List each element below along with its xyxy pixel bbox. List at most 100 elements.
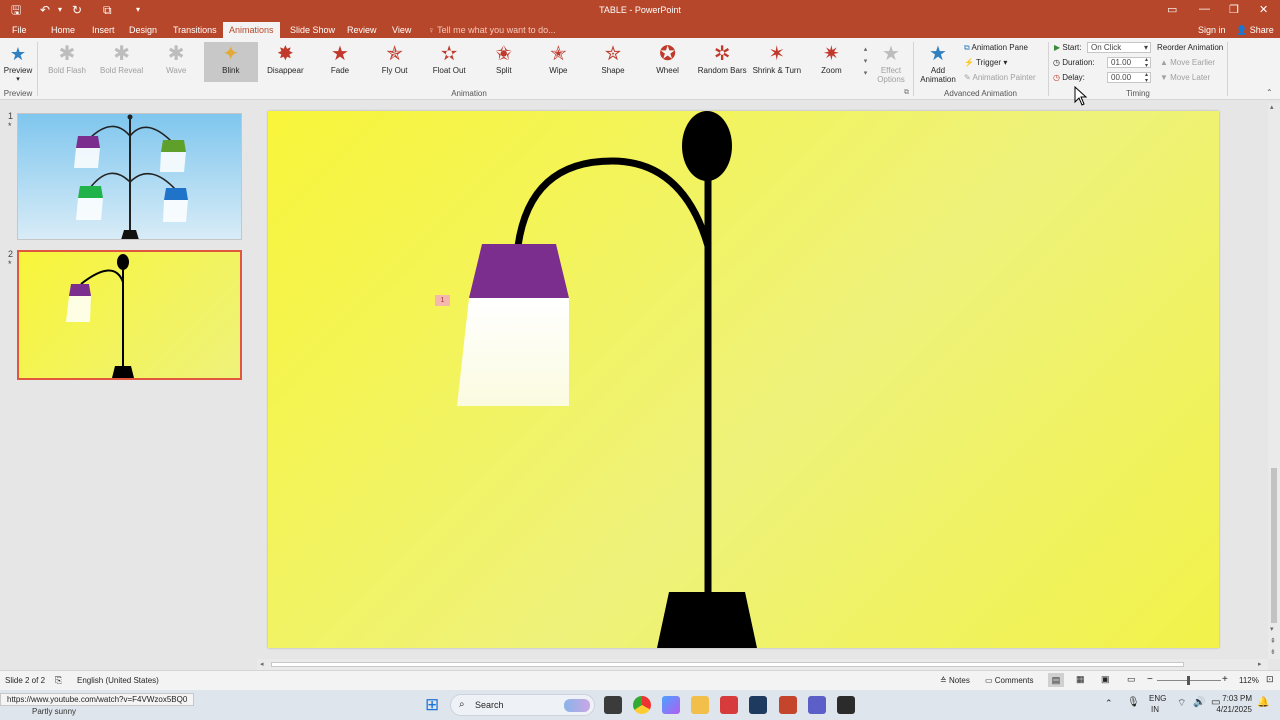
animation-pane-button[interactable]: ⧉ Animation Pane bbox=[964, 43, 1028, 53]
gallery-scroll[interactable]: ▴ ▾ ▾ bbox=[861, 44, 870, 82]
tab-transitions[interactable]: Transitions bbox=[167, 22, 223, 38]
powerpoint-taskbar-icon[interactable] bbox=[779, 696, 797, 714]
volume-icon[interactable]: 🔊 bbox=[1193, 697, 1205, 708]
add-animation-button[interactable]: ★ Add Animation bbox=[914, 42, 962, 84]
clock-date[interactable]: 4/21/2025 bbox=[1212, 705, 1252, 714]
horizontal-scroll-thumb[interactable] bbox=[271, 662, 1184, 667]
slideshow-view-icon[interactable]: ▭ bbox=[1127, 674, 1136, 685]
animation-order-tag[interactable]: 1 bbox=[435, 295, 450, 306]
taskbar-search-box[interactable]: ⌕ Search bbox=[450, 694, 595, 716]
animation-fade[interactable]: ★ Fade bbox=[313, 42, 367, 82]
next-slide-icon[interactable]: ⇟ bbox=[1270, 648, 1276, 656]
ribbon-display-icon[interactable]: ▭ bbox=[1167, 3, 1177, 16]
show-hidden-icons[interactable]: ⌃ bbox=[1105, 698, 1113, 709]
task-view-icon[interactable] bbox=[604, 696, 622, 714]
scroll-up-icon[interactable]: ▴ bbox=[1270, 103, 1274, 111]
slide-sorter-icon[interactable]: ▦ bbox=[1076, 674, 1085, 685]
trigger-button[interactable]: ⚡ Trigger ▾ bbox=[964, 58, 1007, 67]
microphone-icon[interactable]: 🎙 bbox=[1127, 697, 1140, 708]
animation-disappear[interactable]: ✸ Disappear bbox=[258, 42, 312, 82]
share-button[interactable]: 👤 Share bbox=[1230, 22, 1280, 38]
app-icon[interactable] bbox=[749, 696, 767, 714]
animation-blink[interactable]: ✦ Blink bbox=[203, 42, 258, 82]
wifi-icon[interactable]: ⌔ bbox=[1177, 697, 1186, 710]
delay-spinner[interactable]: ▴ ▾ bbox=[1145, 72, 1148, 84]
spell-check-icon[interactable]: ⎘ bbox=[55, 675, 62, 686]
animation-random-bars[interactable]: ✲ Random Bars bbox=[695, 42, 749, 82]
slide-thumbnail-1[interactable] bbox=[17, 113, 242, 240]
copilot-icon[interactable] bbox=[662, 696, 680, 714]
animation-fly-out[interactable]: ✯ Fly Out bbox=[368, 42, 422, 82]
notes-button[interactable]: ≙ Notes bbox=[940, 676, 970, 685]
language-indicator[interactable]: English (United States) bbox=[77, 676, 159, 685]
tab-animations[interactable]: Animations bbox=[223, 22, 280, 38]
scroll-right-icon[interactable]: ▸ bbox=[1258, 660, 1262, 668]
zoom-level[interactable]: 112% bbox=[1239, 676, 1259, 685]
zoom-in-icon[interactable]: + bbox=[1222, 674, 1228, 685]
tell-me-box[interactable]: ♀ Tell me what you want to do... bbox=[422, 22, 562, 38]
teams-icon[interactable] bbox=[808, 696, 826, 714]
animation-shrink-turn[interactable]: ✶ Shrink & Turn bbox=[750, 42, 804, 82]
zoom-slider-handle[interactable] bbox=[1187, 676, 1190, 685]
effect-options-star-icon: ★ bbox=[882, 43, 900, 65]
start-dropdown[interactable]: On Click ▾ bbox=[1087, 42, 1151, 53]
scroll-down-icon[interactable]: ▾ bbox=[1270, 625, 1274, 633]
vertical-scroll-thumb[interactable] bbox=[1271, 468, 1277, 623]
media-app-icon[interactable] bbox=[720, 696, 738, 714]
scroll-left-icon[interactable]: ◂ bbox=[260, 660, 264, 668]
tab-home[interactable]: Home bbox=[45, 22, 81, 38]
minimize-icon[interactable]: — bbox=[1199, 3, 1210, 15]
weather-text[interactable]: Partly sunny bbox=[32, 707, 76, 716]
animation-star-icon: ✱ bbox=[167, 43, 185, 65]
duration-spinner[interactable]: ▴ ▾ bbox=[1145, 57, 1148, 69]
animation-wipe[interactable]: ✭ Wipe bbox=[531, 42, 585, 82]
language-line1[interactable]: ENG bbox=[1149, 694, 1166, 703]
slide-thumbnail-2[interactable] bbox=[17, 250, 242, 380]
thumbnail-number: 1 bbox=[8, 111, 14, 121]
chrome-icon[interactable] bbox=[633, 696, 651, 714]
collapse-ribbon-icon[interactable]: ⌃ bbox=[1266, 88, 1273, 97]
tab-design[interactable]: Design bbox=[123, 22, 163, 38]
notifications-icon[interactable]: 🔔 bbox=[1257, 697, 1269, 708]
slide-canvas[interactable]: 1 bbox=[268, 111, 1219, 648]
delay-icon: ◷ bbox=[1053, 73, 1063, 82]
zoom-out-icon[interactable]: − bbox=[1147, 674, 1153, 685]
horizontal-scrollbar[interactable]: ◂ ▸ bbox=[257, 659, 1268, 670]
animation-shape[interactable]: ✮ Shape bbox=[586, 42, 640, 82]
animation-wheel[interactable]: ✪ Wheel bbox=[641, 42, 695, 82]
recorder-icon[interactable] bbox=[837, 696, 855, 714]
tab-view[interactable]: View bbox=[386, 22, 417, 38]
move-later-button[interactable]: ▼ Move Later bbox=[1160, 73, 1210, 82]
duration-field[interactable]: 01.00 ▴ ▾ bbox=[1107, 57, 1151, 69]
animation-bold-reveal[interactable]: ✱ Bold Reveal bbox=[95, 42, 149, 82]
restore-icon[interactable]: ❐ bbox=[1229, 3, 1239, 16]
animation-wave[interactable]: ✱ Wave bbox=[149, 42, 203, 82]
preview-button[interactable]: ★ Preview ▾ bbox=[0, 42, 36, 83]
fit-to-window-icon[interactable]: ⊡ bbox=[1266, 674, 1274, 685]
clock-time[interactable]: 7:03 PM bbox=[1220, 694, 1252, 703]
comments-button[interactable]: ▭ Comments bbox=[985, 676, 1033, 685]
close-icon[interactable]: ✕ bbox=[1259, 3, 1268, 16]
reading-view-icon[interactable]: ▣ bbox=[1101, 674, 1110, 685]
normal-view-icon[interactable]: ▤ bbox=[1048, 673, 1064, 687]
animation-bold-flash[interactable]: ✱ Bold Flash bbox=[40, 42, 94, 82]
sign-in-link[interactable]: Sign in bbox=[1192, 22, 1232, 38]
animation-painter-button[interactable]: ✎ Animation Painter bbox=[964, 73, 1036, 82]
effect-options-button[interactable]: ★ Effect Options bbox=[872, 42, 910, 84]
animation-zoom[interactable]: ✷ Zoom bbox=[804, 42, 858, 82]
language-line2[interactable]: IN bbox=[1151, 705, 1159, 714]
previous-slide-icon[interactable]: ⇞ bbox=[1270, 637, 1276, 645]
tab-review[interactable]: Review bbox=[341, 22, 383, 38]
tab-insert[interactable]: Insert bbox=[86, 22, 121, 38]
tab-slide-show[interactable]: Slide Show bbox=[284, 22, 341, 38]
tab-file[interactable]: File bbox=[6, 22, 33, 38]
move-earlier-button[interactable]: ▲ Move Earlier bbox=[1160, 58, 1215, 67]
animation-float-out[interactable]: ✫ Float Out bbox=[422, 42, 476, 82]
file-explorer-icon[interactable] bbox=[691, 696, 709, 714]
delay-field[interactable]: 00.00 ▴ ▾ bbox=[1107, 72, 1151, 84]
windows-start-icon[interactable]: ⊞ bbox=[425, 695, 439, 715]
animation-star-icon: ✱ bbox=[58, 43, 76, 65]
vertical-scrollbar[interactable]: ▴ ▾ ⇞ ⇟ bbox=[1268, 103, 1280, 659]
animation-split[interactable]: ✬ Split bbox=[477, 42, 531, 82]
dialog-launcher-icon[interactable]: ⧉ bbox=[904, 89, 909, 97]
